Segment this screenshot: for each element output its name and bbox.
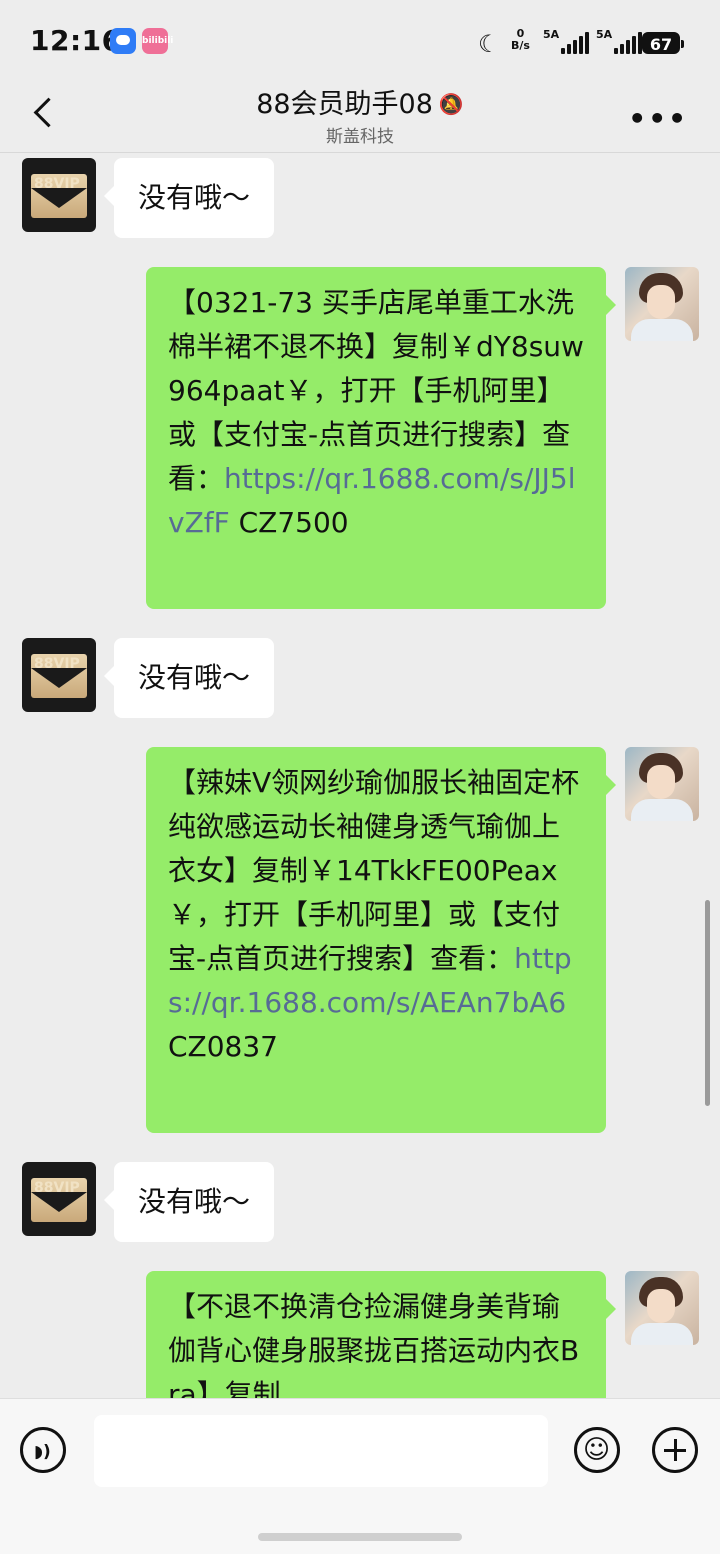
chat-title[interactable]: 88会员助手08 [256,82,433,121]
avatar-self[interactable] [625,1271,699,1345]
message-app-icon [110,28,136,54]
battery-icon: 67 [642,32,684,54]
status-bar: 12:16 bilibili ☾ 0 B/s 5A 5A 67 [0,0,720,80]
network-speed: 0 B/s [511,28,530,52]
title-group: 88会员助手08 🔕 [0,82,720,121]
avatar-88vip[interactable]: 88VIP [22,638,96,712]
message-bubble-received[interactable]: 没有哦～ [103,1162,275,1242]
message-bubble-sent[interactable]: 【不退不换清仓捡漏健身美背瑜伽背心健身服聚拢百搭运动内衣Bra】复制 [146,1271,616,1398]
plus-icon[interactable] [652,1427,698,1473]
input-toolbar: ◗) ☺ [0,1398,720,1554]
bell-slash-icon: 🔕 [438,92,464,116]
message-bubble-sent[interactable]: 【辣妹V领网纱瑜伽服长袖固定杯纯欲感运动长袖健身透气瑜伽上衣女】复制￥14Tkk… [146,747,616,1133]
message-bubble-received[interactable]: 没有哦～ [103,158,275,238]
more-options-icon[interactable]: ••• [628,102,688,135]
message-text: 【不退不换清仓捡漏健身美背瑜伽背心健身服聚拢百搭运动内衣Bra】复制 [168,1290,580,1398]
emoji-icon[interactable]: ☺ [574,1427,620,1473]
message-bubble-received[interactable]: 没有哦～ [103,638,275,718]
chat-subtitle: 斯盖科技 [326,127,394,147]
avatar-88vip[interactable]: 88VIP [22,1162,96,1236]
clock: 12:16 [30,24,122,57]
message-bubble-sent[interactable]: 【0321-73 买手店尾单重工水洗棉半裙不退不换】复制￥dY8suw964pa… [146,267,616,609]
network-speed-unit: B/s [511,39,530,52]
home-indicator[interactable] [258,1533,462,1541]
avatar-self[interactable] [625,267,699,341]
voice-icon[interactable]: ◗) [20,1427,66,1473]
signal-label-sim1: 5A [543,28,560,41]
message-text-suffix: CZ7500 [229,506,349,539]
do-not-disturb-moon-icon: ☾ [478,30,500,58]
avatar-self[interactable] [625,747,699,821]
message-input[interactable] [94,1415,548,1487]
bilibili-icon: bilibili [142,28,173,54]
scrollbar[interactable] [705,900,710,1106]
avatar-88vip[interactable]: 88VIP [22,158,96,232]
chat-header: 88会员助手08 🔕 斯盖科技 ••• [0,80,720,153]
signal-label-sim2: 5A [596,28,613,41]
message-list[interactable]: 88VIP 没有哦～ 【0321-73 买手店尾单重工水洗棉半裙不退不换】复制￥… [0,152,720,1398]
